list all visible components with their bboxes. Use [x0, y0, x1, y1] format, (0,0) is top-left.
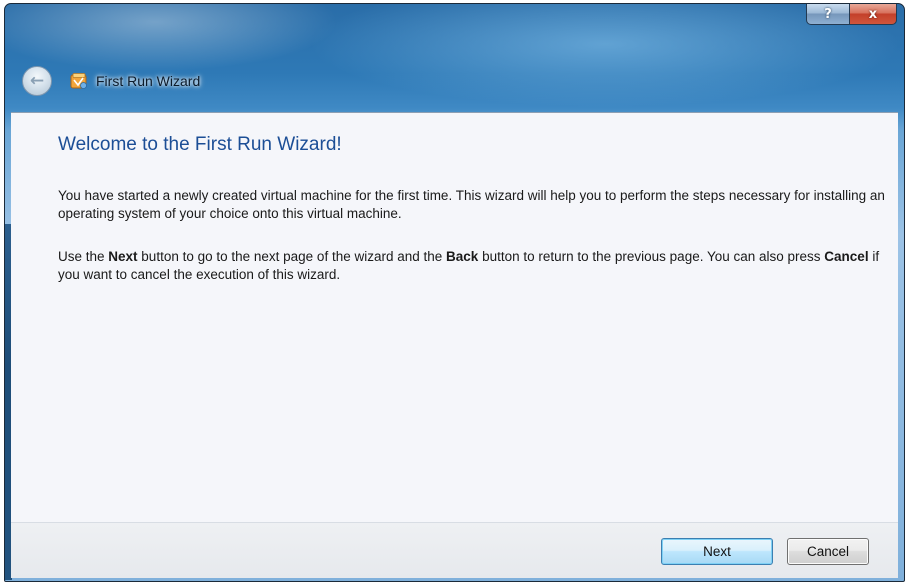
- help-button[interactable]: ?: [806, 4, 850, 25]
- caption-buttons: ? x: [806, 4, 897, 25]
- virtualbox-app-icon: [70, 72, 88, 90]
- wizard-window: ? x ← First Run Wizard Welcome to the Fi…: [4, 3, 905, 582]
- help-icon: ?: [824, 6, 832, 22]
- close-button[interactable]: x: [850, 4, 897, 25]
- back-keyword: Back: [446, 249, 479, 264]
- window-title: First Run Wizard: [96, 73, 201, 89]
- next-button-label: Next: [703, 544, 731, 559]
- close-icon: x: [868, 6, 878, 22]
- intro-paragraph: You have started a newly created virtual…: [58, 188, 885, 221]
- back-arrow-icon: ←: [29, 70, 45, 91]
- cancel-button-label: Cancel: [806, 544, 850, 559]
- title-row: ← First Run Wizard: [22, 66, 200, 96]
- cancel-keyword: Cancel: [824, 249, 869, 264]
- instructions-text-1: Use the: [58, 249, 109, 264]
- cancel-button[interactable]: Cancel: [787, 538, 869, 565]
- page-title: Welcome to the First Run Wizard!: [58, 134, 342, 155]
- wizard-page: Welcome to the First Run Wizard! You hav…: [11, 112, 898, 522]
- instructions-text-2: button to go to the next page of the wiz…: [137, 249, 447, 264]
- instructions-text-3: button to return to the previous page. Y…: [478, 249, 825, 264]
- back-button[interactable]: ←: [22, 66, 52, 96]
- instructions-paragraph: Use the Next button to go to the next pa…: [58, 248, 888, 284]
- next-keyword: Next: [108, 249, 138, 264]
- button-bar: Next Cancel: [11, 522, 898, 578]
- next-button[interactable]: Next: [661, 538, 773, 565]
